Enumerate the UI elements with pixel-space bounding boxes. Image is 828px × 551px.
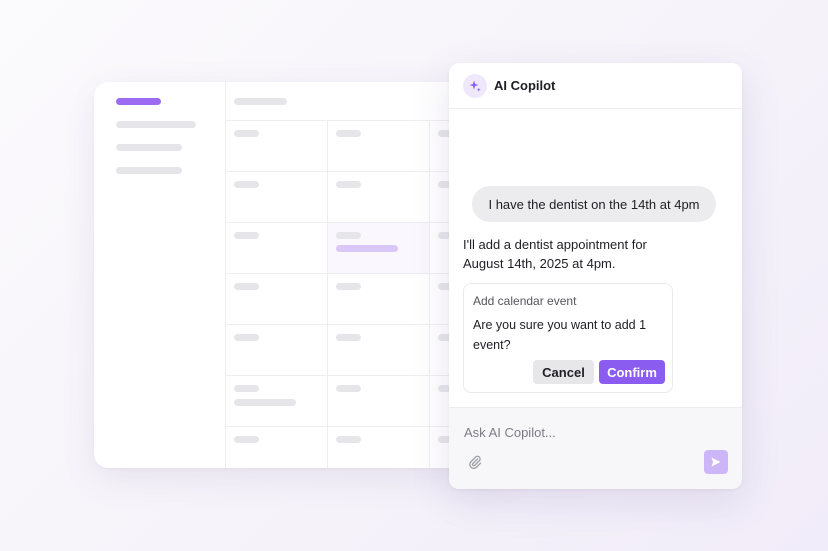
assistant-message: I'll add a dentist appointment for Augus…	[463, 237, 647, 271]
chat-composer	[449, 407, 742, 489]
sparkle-icon	[463, 74, 487, 98]
sidebar-item[interactable]	[116, 121, 196, 128]
calendar-cell-placeholder[interactable]	[336, 181, 361, 188]
calendar-cell-placeholder[interactable]	[234, 130, 259, 137]
chat-header: AI Copilot	[449, 63, 742, 109]
calendar-cell-placeholder[interactable]	[234, 181, 259, 188]
user-message: I have the dentist on the 14th at 4pm	[472, 186, 716, 222]
calendar-cell-placeholder[interactable]	[234, 399, 296, 406]
calendar-cell-placeholder[interactable]	[234, 283, 259, 290]
calendar-cell-placeholder[interactable]	[336, 436, 361, 443]
confirm-button[interactable]: Confirm	[599, 360, 665, 384]
sidebar-item-active[interactable]	[116, 98, 161, 105]
calendar-cell-placeholder[interactable]	[336, 385, 361, 392]
calendar-sidebar	[94, 82, 226, 468]
calendar-cell-placeholder[interactable]	[234, 334, 259, 341]
sidebar-item[interactable]	[116, 167, 182, 174]
chat-title: AI Copilot	[494, 78, 556, 93]
calendar-cell-placeholder[interactable]	[336, 130, 361, 137]
calendar-cell-placeholder[interactable]	[234, 385, 259, 392]
calendar-cell-placeholder[interactable]	[336, 283, 361, 290]
sidebar-item[interactable]	[116, 144, 182, 151]
paperclip-icon[interactable]	[467, 454, 483, 470]
send-icon[interactable]	[704, 450, 728, 474]
confirm-event-card: Add calendar event Are you sure you want…	[463, 283, 673, 393]
calendar-cell-placeholder[interactable]	[234, 436, 259, 443]
confirm-card-title: Add calendar event	[473, 294, 577, 308]
chat-input[interactable]	[462, 421, 706, 443]
cancel-button[interactable]: Cancel	[533, 360, 594, 384]
ai-copilot-panel: AI Copilot I have the dentist on the 14t…	[449, 63, 742, 489]
calendar-cell-placeholder[interactable]	[234, 232, 259, 239]
calendar-cell-placeholder[interactable]	[336, 334, 361, 341]
confirm-card-body: Are you sure you want to add 1 event?	[473, 318, 647, 352]
calendar-cell-placeholder[interactable]	[336, 232, 361, 239]
calendar-header-placeholder	[234, 98, 287, 105]
calendar-event-placeholder[interactable]	[336, 245, 398, 252]
